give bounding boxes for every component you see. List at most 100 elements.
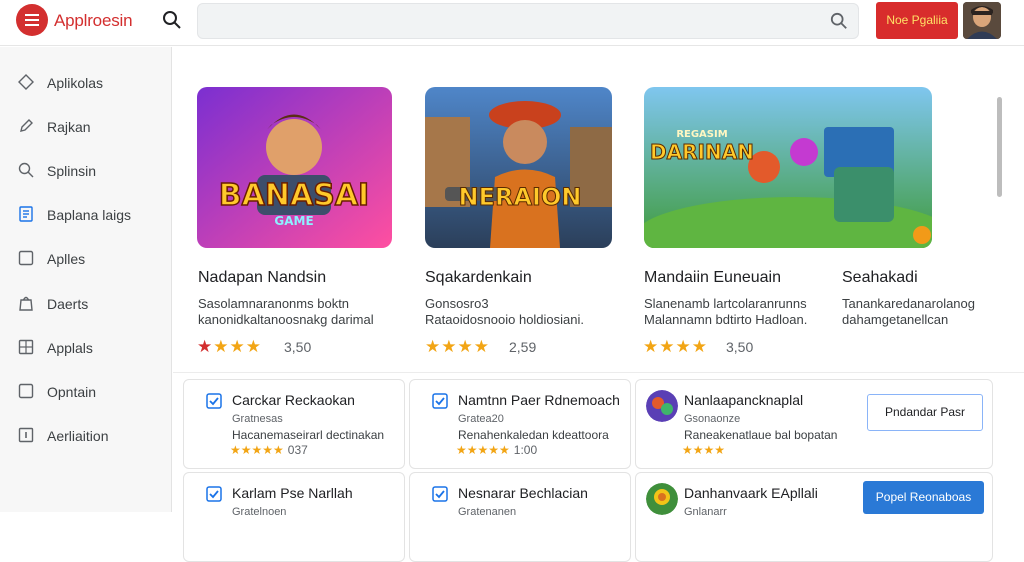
diamond-icon	[18, 74, 34, 90]
search-icon[interactable]	[830, 12, 848, 30]
list-item-description: Hacanemaseirarl dectinakan	[232, 428, 385, 442]
card-description: Gonsosro3 Rataoidosnooio holdiosiani.	[425, 296, 584, 328]
pen-icon	[20, 119, 33, 132]
star-rating-icon: ★★★★	[425, 337, 490, 356]
star-rating-icon: ★★★★	[682, 443, 726, 457]
sidebar-item-label: Baplana laigs	[47, 207, 132, 223]
list-item-title: Karlam Pse Narllah	[232, 485, 353, 501]
rating-value: 1:00	[513, 443, 538, 457]
card-desc-line: Malannamn bdtirto Hadloan.	[644, 312, 808, 327]
search-bar[interactable]	[197, 3, 859, 39]
sidebar-item-label: Aerliaition	[47, 428, 109, 444]
card-desc-line: Slanenamb lartcolaranrunns	[644, 296, 807, 311]
list-item[interactable]: Danhanvaark EApllali Gnlanarr Popel Reon…	[635, 472, 993, 562]
search-icon[interactable]	[162, 10, 182, 30]
sidebar-item-label: Opntain	[47, 384, 97, 400]
sidebar-item-aerliaition[interactable]: Aerliaition	[0, 417, 172, 455]
top-bar: Applroesin Noe Pgaliia	[0, 0, 1024, 46]
grid-icon	[18, 339, 34, 355]
vertical-scrollbar[interactable]	[995, 87, 1005, 353]
sidebar-item-aplikolas[interactable]: Aplikolas	[0, 64, 172, 102]
sign-in-button[interactable]: Noe Pgaliia	[876, 2, 958, 39]
card-desc-line: Tanankaredanarolanog	[842, 296, 975, 311]
sidebar-item-applals[interactable]: Applals	[0, 329, 172, 367]
list-primary-button[interactable]: Popel Reonaboas	[863, 481, 984, 514]
card-title[interactable]: Sqakardenkain	[425, 269, 532, 287]
game-artwork-image: BANASAI GAME	[197, 87, 392, 248]
sidebar: Aplikolas Rajkan Splinsin Baplana laigs …	[0, 47, 172, 512]
game-logo-subtitle: GAME	[274, 214, 313, 228]
list-item[interactable]: Nanlaapancknaplal Gsonaonze Raneakenatla…	[635, 379, 993, 469]
search-icon	[18, 162, 34, 178]
list-item-title: Namtnn Paer Rdnemoach	[458, 392, 620, 408]
card-description: Slanenamb lartcolaranrunns Malannamn bdt…	[644, 296, 807, 328]
app-thumbnail	[646, 483, 678, 515]
list-item-title: Nanlaapancknaplal	[684, 392, 804, 408]
sidebar-item-baplana-laigs[interactable]: Baplana laigs	[0, 196, 172, 234]
game-thumbnail[interactable]: BANASAI GAME	[197, 87, 392, 248]
list-item[interactable]: Carckar Reckaokan Gratnesas Hacanemaseir…	[183, 379, 405, 469]
star-rating-icon: ★★★★★ 037	[230, 443, 308, 457]
card-desc-line: Gonsosro3	[425, 296, 489, 311]
sidebar-item-label: Applals	[47, 340, 93, 356]
sidebar-item-opntain[interactable]: Opntain	[0, 373, 172, 411]
card-desc-line: Sasolamnaranonms boktn	[198, 296, 350, 311]
list-action-button[interactable]: Pndandar Pasr	[867, 394, 983, 431]
sidebar-item-label: Daerts	[47, 296, 89, 312]
game-thumbnail[interactable]: REGASIM DARINAN	[644, 87, 932, 248]
sidebar-item-label: Splinsin	[47, 163, 97, 179]
card-description: Tanankaredanarolanog dahamgetanellcan	[842, 296, 975, 328]
star-rating-icon: ★★★★	[643, 337, 708, 356]
search-input[interactable]	[210, 12, 810, 32]
square-icon	[18, 250, 34, 266]
checkbox-icon[interactable]	[206, 393, 222, 409]
game-logo-subtitle: REGASIM	[676, 129, 727, 140]
square-icon	[18, 383, 34, 399]
sidebar-item-label: Aplikolas	[47, 75, 104, 91]
checkbox-icon[interactable]	[432, 393, 448, 409]
rating-value: 2,59	[509, 339, 537, 355]
document-icon	[19, 206, 33, 222]
menu-icon	[25, 14, 39, 26]
list-item-description: Raneakenatlaue bal bopatan	[684, 428, 838, 442]
list-item-subtitle: Gratea20	[458, 413, 504, 425]
avatar[interactable]	[963, 2, 1001, 39]
game-artwork-image: NERAION	[425, 87, 612, 248]
checkbox-icon[interactable]	[206, 486, 222, 502]
list-item[interactable]: Karlam Pse Narllah Gratelnoen	[183, 472, 405, 562]
card-desc-line: Rataoidosnooio holdiosiani.	[425, 312, 585, 327]
card-title[interactable]: Seahakadi	[842, 269, 918, 287]
game-thumbnail[interactable]: NERAION	[425, 87, 612, 248]
sidebar-item-daerts[interactable]: Daerts	[0, 285, 172, 323]
list-item[interactable]: Nesnarar Bechlacian Gratenanen	[409, 472, 631, 562]
sidebar-item-aplles[interactable]: Aplles	[0, 240, 172, 278]
list-item-title: Danhanvaark EApllali	[684, 485, 818, 501]
card-title[interactable]: Nadapan Nandsin	[198, 269, 326, 287]
brand-name: Applroesin	[54, 11, 133, 30]
main-content: BANASAI GAME Nadapan Nandsin Sasolamnara…	[173, 47, 1024, 562]
rating-value: 3,50	[726, 339, 754, 355]
rating-value: 037	[287, 443, 308, 457]
game-logo-text: BANASAI	[219, 178, 369, 213]
list-item-subtitle: Gratnesas	[232, 413, 283, 425]
star-rating-icon: ★★★★	[197, 337, 262, 356]
sidebar-item-splinsin[interactable]: Splinsin	[0, 152, 172, 190]
list-item-subtitle: Gsonaonze	[684, 413, 741, 425]
sidebar-item-rajkan[interactable]: Rajkan	[0, 108, 172, 146]
list-item-subtitle: Gnlanarr	[684, 506, 727, 518]
scrollbar-thumb[interactable]	[997, 97, 1002, 197]
user-avatar-image	[963, 2, 1001, 39]
app-logo[interactable]	[16, 4, 48, 36]
app-icon	[646, 390, 678, 422]
game-logo-text: DARINAN	[650, 140, 754, 164]
app-icon	[646, 483, 678, 515]
info-icon	[18, 427, 34, 443]
list-item[interactable]: Namtnn Paer Rdnemoach Gratea20 Renahenka…	[409, 379, 631, 469]
checkbox-icon[interactable]	[432, 486, 448, 502]
card-title[interactable]: Mandaiin Euneuain	[644, 269, 781, 287]
star-rating-icon: ★★★★★ 1:00	[456, 443, 538, 457]
game-artwork-image: REGASIM DARINAN	[644, 87, 932, 248]
sidebar-item-label: Rajkan	[47, 119, 91, 135]
app-thumbnail	[646, 390, 678, 422]
list-item-title: Carckar Reckaokan	[232, 392, 355, 408]
